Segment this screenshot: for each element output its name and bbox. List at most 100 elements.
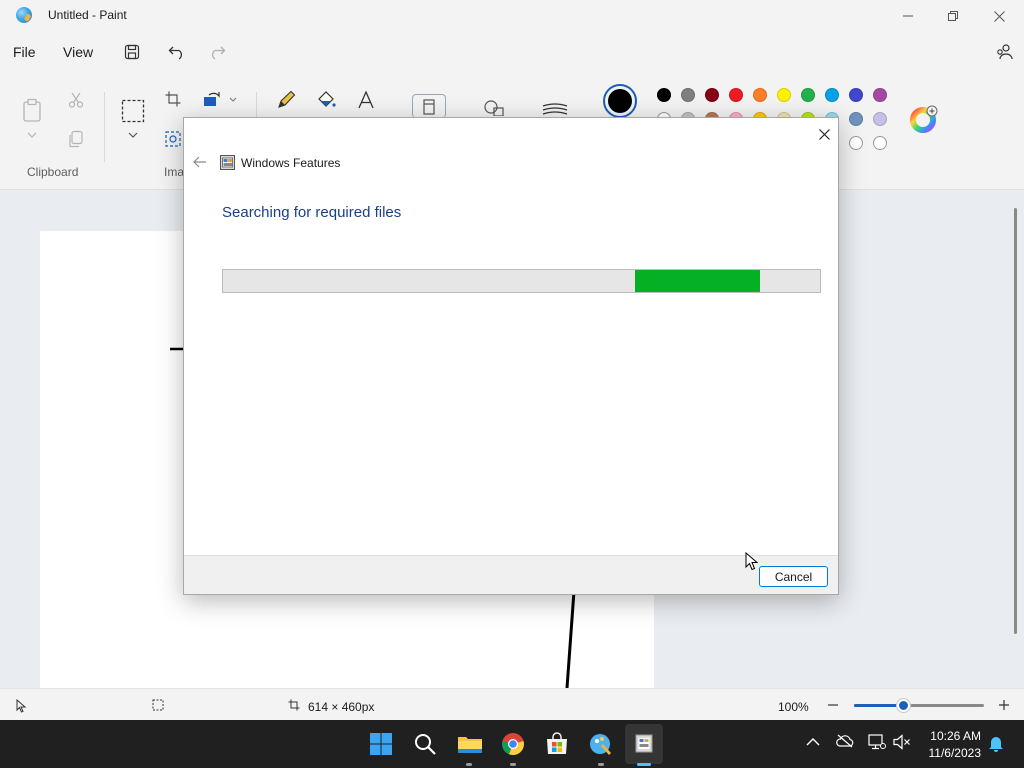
save-icon	[124, 44, 140, 60]
line-width-icon	[542, 103, 568, 115]
volume-button[interactable]	[893, 734, 911, 752]
color-swatch[interactable]	[681, 88, 695, 102]
restore-button[interactable]	[930, 0, 976, 32]
fill-tool[interactable]	[314, 88, 338, 112]
microsoft-store-button[interactable]	[545, 732, 569, 756]
chrome-button[interactable]	[501, 732, 525, 756]
volume-muted-icon	[893, 734, 910, 750]
pencil-icon	[278, 90, 296, 108]
shapes-button[interactable]	[482, 98, 506, 116]
copy-button[interactable]	[64, 128, 88, 150]
brushes-button[interactable]	[412, 94, 446, 118]
dialog-title: Windows Features	[241, 156, 341, 170]
windows-features-dialog: Windows Features Searching for required …	[183, 117, 839, 595]
close-window-button[interactable]	[976, 0, 1022, 32]
menu-view[interactable]: View	[63, 44, 93, 60]
search-button[interactable]	[413, 732, 437, 756]
color-swatch[interactable]	[801, 88, 815, 102]
bell-icon	[989, 737, 1003, 752]
zoom-out-button[interactable]	[826, 698, 840, 712]
clipboard-group-label: Clipboard	[27, 165, 79, 179]
text-tool[interactable]	[354, 88, 378, 112]
color-swatch[interactable]	[777, 88, 791, 102]
color-swatch[interactable]	[873, 136, 887, 150]
primary-color-swatch[interactable]	[603, 84, 637, 118]
notifications-button[interactable]	[988, 734, 1006, 752]
taskbar: 10:26 AM 11/6/2023	[0, 720, 1024, 768]
rotate-button[interactable]	[200, 88, 224, 110]
paste-dropdown[interactable]	[24, 128, 40, 142]
color-wheel-icon	[910, 105, 938, 133]
windows-features-taskbar-button[interactable]	[625, 724, 663, 766]
crop-button[interactable]	[162, 88, 184, 110]
color-swatch[interactable]	[849, 88, 863, 102]
undo-button[interactable]	[165, 40, 189, 64]
dialog-back-button[interactable]	[190, 152, 210, 172]
select-dropdown[interactable]	[126, 130, 140, 140]
zoom-level[interactable]: 100%	[778, 700, 809, 714]
zoom-slider-track[interactable]	[854, 699, 984, 712]
color-swatch[interactable]	[873, 112, 887, 126]
rotate-dropdown[interactable]	[227, 94, 239, 104]
color-swatch[interactable]	[753, 88, 767, 102]
progress-bar-fill	[635, 270, 760, 292]
dialog-close-button[interactable]	[813, 123, 835, 145]
color-swatch[interactable]	[729, 88, 743, 102]
cancel-button[interactable]: Cancel	[759, 566, 828, 587]
redo-button[interactable]	[205, 40, 229, 64]
windows-logo-icon	[370, 733, 392, 755]
share-button[interactable]	[992, 40, 1016, 64]
clock-date[interactable]: 11/6/2023	[915, 746, 982, 760]
select-button[interactable]	[120, 98, 146, 124]
vertical-scrollbar[interactable]	[1014, 208, 1017, 634]
active-indicator	[637, 763, 651, 766]
crop-icon	[165, 91, 181, 107]
edit-colors-button[interactable]	[910, 105, 938, 133]
color-swatch[interactable]	[849, 136, 863, 150]
close-icon	[818, 128, 830, 140]
primary-color-fill	[608, 89, 632, 113]
stroke-size-button[interactable]	[541, 100, 569, 118]
chevron-down-icon	[229, 97, 237, 102]
start-button[interactable]	[369, 732, 393, 756]
cut-button[interactable]	[64, 89, 88, 111]
minimize-button[interactable]	[885, 0, 931, 32]
rectangle-select-icon	[121, 99, 145, 123]
save-button[interactable]	[120, 40, 144, 64]
copy-icon	[69, 130, 83, 148]
scissors-icon	[68, 92, 84, 108]
paint-taskbar-button[interactable]	[589, 732, 613, 756]
color-swatch[interactable]	[849, 112, 863, 126]
color-swatch[interactable]	[705, 88, 719, 102]
mouse-cursor-icon	[745, 552, 759, 571]
minus-icon	[828, 704, 838, 706]
show-hidden-icons-button[interactable]	[806, 736, 820, 750]
people-icon	[997, 44, 1013, 60]
paste-button[interactable]	[20, 96, 44, 124]
folder-icon	[458, 737, 482, 753]
pencil-tool[interactable]	[274, 88, 298, 112]
windows-features-icon	[635, 734, 653, 753]
canvas-size-readout: 614 × 460px	[308, 700, 375, 714]
color-swatch[interactable]	[825, 88, 839, 102]
windows-features-icon	[220, 155, 235, 170]
clock-time[interactable]: 10:26 AM	[915, 729, 981, 743]
onedrive-button[interactable]	[836, 734, 854, 752]
network-button[interactable]	[868, 734, 886, 752]
color-swatch[interactable]	[873, 88, 887, 102]
dialog-footer: Cancel	[184, 555, 838, 594]
status-bar: 614 × 460px 100%	[0, 688, 1024, 720]
zoom-in-button[interactable]	[997, 698, 1011, 712]
zoom-slider-thumb[interactable]	[897, 699, 910, 712]
chrome-icon	[502, 733, 524, 756]
menu-file[interactable]: File	[13, 44, 36, 60]
dialog-heading: Searching for required files	[222, 204, 402, 221]
color-swatch[interactable]	[657, 88, 671, 102]
selection-size-icon	[152, 699, 164, 711]
file-explorer-button[interactable]	[457, 732, 482, 756]
restore-icon	[948, 11, 958, 21]
image-group-label: Ima	[164, 165, 185, 179]
paint-bucket-icon	[318, 91, 336, 107]
image-select-button[interactable]	[162, 128, 184, 150]
store-icon	[547, 732, 567, 754]
